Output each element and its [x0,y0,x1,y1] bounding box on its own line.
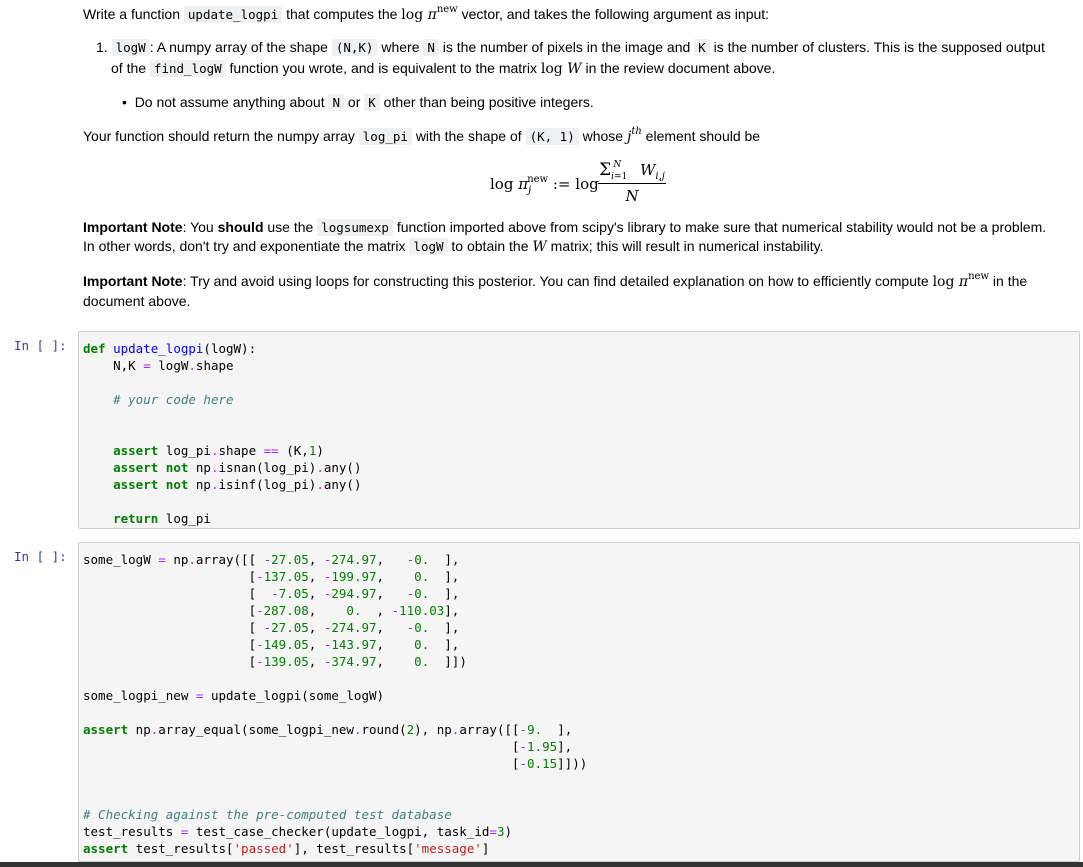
intro-paragraph: Write a function update_logpi that compu… [83,4,770,24]
cell-prompt-1: In [ ]: [14,338,67,353]
cell-prompt-2: In [ ]: [14,549,67,564]
argument-item-cont: of the find_logW function you wrote, and… [111,60,776,77]
note-numerical-stability: Important Note: You should use the logsu… [83,219,1047,255]
argument-item: 1. logW: A numpy array of the shape (N,K… [96,39,1045,56]
inline-code-update-logpi: update_logpi [183,6,283,23]
note-avoid-loops: Important Note: Try and avoid using loop… [83,271,1028,310]
bullet-item: • Do not assume anything about N or K ot… [122,94,594,111]
returns-paragraph: Your function should return the numpy ar… [83,126,761,145]
equation: log πjnew := log Σi=1N Wi,j N [490,160,666,205]
log-pi-new-math: log πnew [401,4,458,24]
code-cell-test[interactable]: some_logW = np.array([[ -27.05, -274.97,… [78,542,1080,862]
bottom-edge-bar [0,862,1083,867]
code-cell-update-logpi[interactable]: def update_logpi(logW): N,K = logW.shape… [78,331,1080,529]
